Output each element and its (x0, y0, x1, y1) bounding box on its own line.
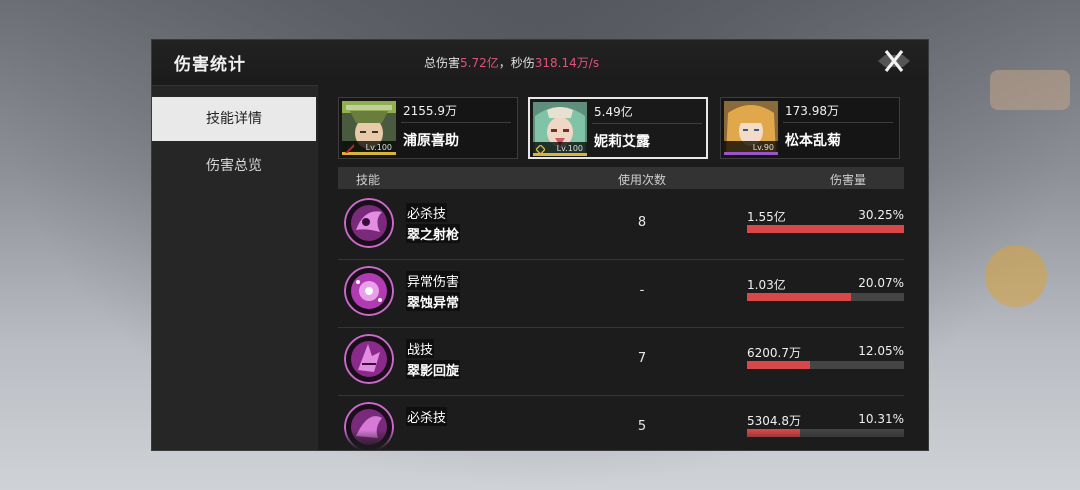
skill-name: 翠影回旋 (406, 360, 461, 379)
card-divider (592, 123, 702, 124)
background-avatar (990, 70, 1070, 110)
damage-bar (747, 293, 904, 301)
skill-damage: 5304.8万 (747, 414, 801, 428)
damage-bar (747, 225, 904, 233)
skill-damage-percent: 30.25% (858, 208, 904, 222)
skill-type: 必杀技 (406, 407, 448, 426)
header-damage: 伤害量 (830, 173, 867, 187)
tab-damage-overview[interactable]: 伤害总览 (152, 144, 316, 188)
skill-uses: 5 (637, 419, 647, 434)
character-name: 妮莉艾露 (594, 134, 650, 150)
character-portrait: Lv.90 (724, 101, 778, 155)
skill-damage-percent: 12.05% (858, 344, 904, 358)
header-uses: 使用次数 (618, 173, 667, 187)
table-header: 技能 使用次数 伤害量 (338, 167, 904, 189)
skill-name: 翠之射枪 (406, 224, 461, 243)
character-damage: 5.49亿 (594, 105, 633, 119)
character-card-urahara[interactable]: Lv.100 2155.9万 浦原喜助 (338, 97, 518, 159)
skill-uses: 7 (637, 351, 647, 366)
damage-bar (747, 361, 904, 369)
background-skill-button (985, 245, 1047, 307)
skill-type: 异常伤害 (406, 271, 461, 290)
character-level: Lv.100 (556, 144, 583, 153)
character-portrait: Lv.100 (342, 101, 396, 155)
damage-bar-fill (747, 293, 851, 301)
skill-type: 战技 (406, 339, 435, 358)
skill-uses: 8 (637, 215, 647, 230)
table-row: 战技 翠影回旋 7 6200.7万 12.05% (338, 327, 904, 396)
dps-label: 秒伤 (510, 56, 535, 70)
character-name: 浦原喜助 (403, 133, 459, 149)
table-row: 必杀技 翠之射枪 8 1.55亿 30.25% (338, 191, 904, 260)
card-divider (401, 122, 511, 123)
damage-bar-fill (747, 361, 810, 369)
level-bar (724, 152, 778, 155)
character-card-nelliel[interactable]: Lv.100 5.49亿 妮莉艾露 (528, 97, 708, 159)
card-divider (783, 122, 893, 123)
total-damage-value: 5.72亿 (460, 56, 499, 70)
rank-icon (345, 144, 354, 153)
damage-stats-panel: 伤害统计 总伤害5.72亿，秒伤318.14万/s 技能详情 伤害总览 Lv.1… (152, 40, 928, 450)
character-name: 松本乱菊 (785, 133, 841, 149)
skill-uses: - (639, 283, 645, 298)
character-level: Lv.90 (752, 143, 774, 152)
skill-type: 必杀技 (406, 203, 448, 222)
skill-damage: 1.55亿 (747, 210, 786, 224)
skill-damage: 1.03亿 (747, 278, 786, 292)
panel-title: 伤害统计 (174, 55, 246, 75)
total-damage-label: 总伤害 (424, 56, 461, 70)
whirl-skill-icon (344, 334, 394, 384)
damage-summary: 总伤害5.72亿，秒伤318.14万/s (424, 54, 599, 71)
character-damage: 2155.9万 (403, 104, 457, 118)
damage-bar-fill (747, 429, 801, 437)
damage-bar-fill (747, 225, 904, 233)
close-button[interactable] (874, 45, 914, 77)
panel-header: 伤害统计 总伤害5.72亿，秒伤318.14万/s (152, 40, 928, 86)
table-row: 必杀技 5 5304.8万 10.31% (338, 395, 904, 450)
damage-bar (747, 429, 904, 437)
sidebar: 技能详情 伤害总览 (152, 97, 316, 191)
close-x-icon (878, 50, 910, 72)
summary-separator: ， (498, 56, 511, 70)
table-row: 异常伤害 翠蚀异常 - 1.03亿 20.07% (338, 259, 904, 328)
main-content: Lv.100 2155.9万 浦原喜助 Lv.100 5.49亿 妮莉艾露 Lv… (318, 85, 928, 450)
dps-value: 318.14万/s (534, 56, 600, 70)
skill-name: 翠蚀异常 (406, 292, 461, 311)
character-damage: 173.98万 (785, 104, 839, 118)
character-card-matsumoto[interactable]: Lv.90 173.98万 松本乱菊 (720, 97, 900, 159)
skill-damage-percent: 20.07% (858, 276, 904, 290)
skill-damage: 6200.7万 (747, 346, 801, 360)
skill-damage-percent: 10.31% (858, 412, 904, 426)
tab-skill-details[interactable]: 技能详情 (152, 97, 316, 141)
character-level: Lv.100 (365, 143, 392, 152)
rank-icon (536, 145, 545, 154)
character-portrait: Lv.100 (533, 102, 587, 156)
spear-skill-icon (344, 402, 394, 450)
header-skill: 技能 (356, 173, 381, 187)
spear-skill-icon (344, 198, 394, 248)
orb-skill-icon (344, 266, 394, 316)
